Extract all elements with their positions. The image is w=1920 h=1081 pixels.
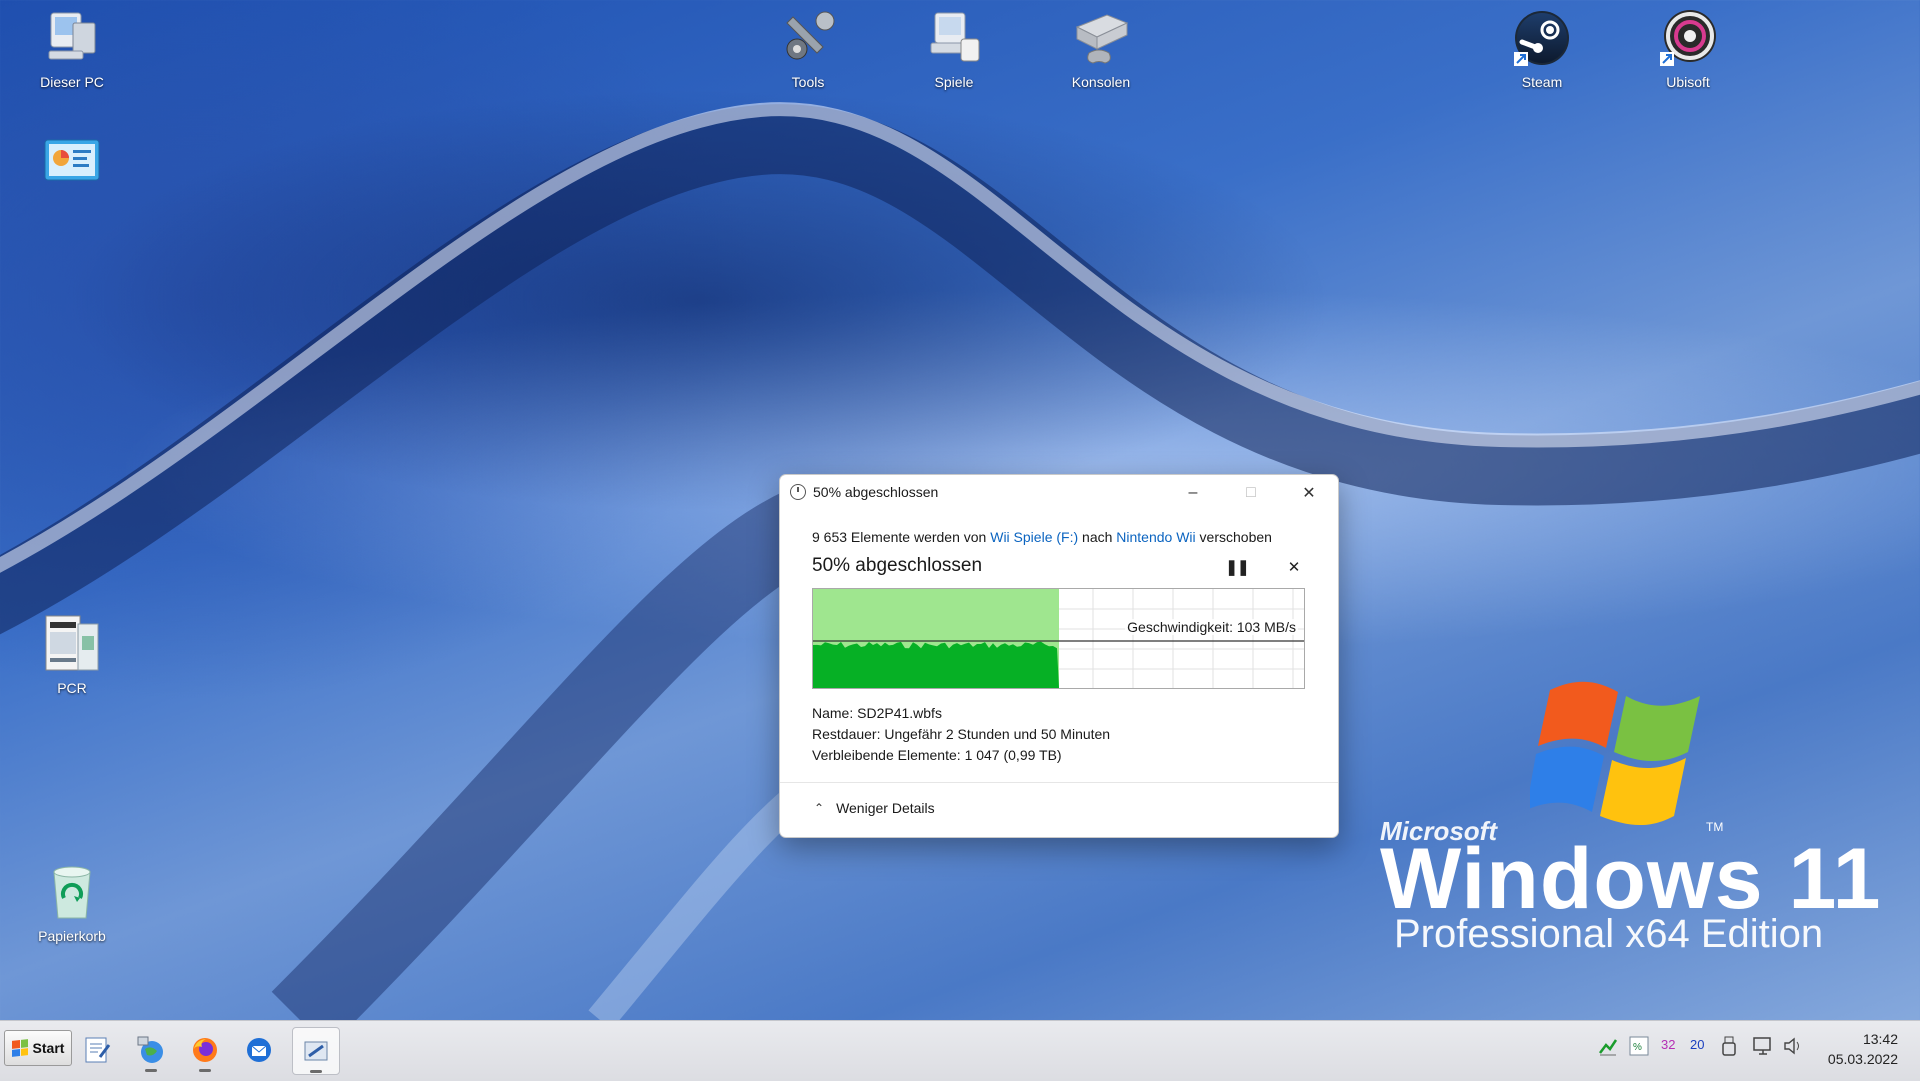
destination-link[interactable]: Nintendo Wii xyxy=(1116,529,1195,545)
games-computer-icon xyxy=(922,6,986,70)
items-value: 1 047 (0,99 TB) xyxy=(964,747,1062,763)
items-label: Verbleibende Elemente: xyxy=(812,747,961,763)
desktop-icon-pcr[interactable]: PCR xyxy=(22,612,122,696)
recycle-bin-icon xyxy=(40,860,104,924)
info-suffix: verschoben xyxy=(1195,529,1272,545)
detail-name: Name: SD2P41.wbfs xyxy=(812,703,1110,724)
network-globe-icon xyxy=(137,1036,163,1063)
speed-label: Geschwindigkeit: 103 MB/s xyxy=(1125,619,1298,635)
desktop-icon-ubisoft[interactable]: Ubisoft xyxy=(1638,6,1738,90)
edition-wordmark: Professional x64 Edition xyxy=(1394,912,1824,956)
dialog-divider xyxy=(780,782,1338,783)
clock-icon xyxy=(790,484,806,500)
console-icon xyxy=(1069,6,1133,70)
dialog-titlebar[interactable]: 50% abgeschlossen – □ ✕ xyxy=(780,475,1338,511)
desktop-icon-dieser-pc[interactable]: Dieser PC xyxy=(22,6,122,90)
ubisoft-icon xyxy=(1656,6,1720,70)
desktop-icon-label: Steam xyxy=(1521,74,1563,90)
running-indicator xyxy=(199,1069,211,1072)
detail-remaining-items: Verbleibende Elemente: 1 047 (0,99 TB) xyxy=(812,745,1110,766)
taskbar-app-file-explorer[interactable] xyxy=(292,1027,340,1075)
transfer-info-line: 9 653 Elemente werden von Wii Spiele (F:… xyxy=(812,529,1272,545)
chevron-up-icon: ⌃ xyxy=(814,801,825,815)
trademark-mark: TM xyxy=(1706,820,1724,834)
desktop-icon-konsolen[interactable]: Konsolen xyxy=(1051,6,1151,90)
desktop-icon-label: Spiele xyxy=(934,74,974,90)
taskbar-app-firefox[interactable] xyxy=(182,1027,228,1073)
desktop-icon-dashboard[interactable] xyxy=(22,128,122,196)
clock-time: 13:42 xyxy=(1862,1031,1898,1047)
desktop-icon-label: Papierkorb xyxy=(38,928,106,944)
start-button[interactable]: Start xyxy=(4,1030,72,1066)
speed-curve xyxy=(813,641,1059,688)
info-mid: nach xyxy=(1078,529,1117,545)
desktop-icon-label: Ubisoft xyxy=(1666,74,1710,90)
desktop-icon-label: PCR xyxy=(57,680,87,696)
desktop-icon-label: Dieser PC xyxy=(40,74,104,90)
taskbar-app-network[interactable] xyxy=(128,1027,174,1073)
close-window-button[interactable]: ✕ xyxy=(1280,475,1338,511)
close-icon: ✕ xyxy=(1287,559,1301,576)
tray-network-activity-icon[interactable] xyxy=(1598,1037,1618,1060)
network-monitor-icon[interactable] xyxy=(1752,1035,1774,1060)
file-move-icon xyxy=(304,1041,328,1061)
firefox-icon xyxy=(193,1038,217,1062)
time-value: Ungefähr 2 Stunden und 50 Minuten xyxy=(884,726,1111,742)
info-prefix: 9 653 Elemente werden von xyxy=(812,529,991,545)
volume-icon[interactable] xyxy=(1782,1035,1804,1060)
pcr-document-icon xyxy=(40,612,104,676)
svg-text:%: % xyxy=(1633,1042,1642,1053)
name-label: Name: xyxy=(812,705,854,721)
clock-date: 05.03.2022 xyxy=(1827,1051,1898,1067)
maximize-button: □ xyxy=(1246,484,1256,501)
time-label: Restdauer: xyxy=(812,726,881,742)
taskbar-app-thunderbird[interactable] xyxy=(236,1027,282,1073)
pause-icon: ❚❚ xyxy=(1225,559,1249,576)
start-label: Start xyxy=(32,1040,65,1056)
speed-graph-canvas xyxy=(813,589,1304,688)
desktop-icon-label: Tools xyxy=(791,74,825,90)
windows-flag-logo xyxy=(1530,681,1700,826)
transfer-speed-graph: Geschwindigkeit: 103 MB/s xyxy=(812,588,1305,689)
running-indicator xyxy=(310,1070,322,1073)
taskbar-clock[interactable]: 13:42 05.03.2022 xyxy=(1828,1029,1898,1069)
minimize-button[interactable]: – xyxy=(1164,475,1222,511)
dialog-title: 50% abgeschlossen xyxy=(813,484,939,500)
dashboard-app-icon xyxy=(40,128,104,192)
steam-icon xyxy=(1510,6,1574,70)
desktop-icon-papierkorb[interactable]: Papierkorb xyxy=(22,860,122,944)
source-link[interactable]: Wii Spiele (F:) xyxy=(990,529,1078,545)
tray-counter-2[interactable]: 20 xyxy=(1690,1037,1704,1052)
tray-counter-1[interactable]: 32 xyxy=(1661,1037,1675,1052)
pause-button[interactable]: ❚❚ xyxy=(1225,555,1249,579)
desktop-icon-tools[interactable]: Tools xyxy=(758,6,858,90)
less-details-label: Weniger Details xyxy=(836,800,935,816)
computer-icon xyxy=(40,6,104,70)
name-value: SD2P41.wbfs xyxy=(857,705,942,721)
desktop-icon-steam[interactable]: Steam xyxy=(1492,6,1592,90)
thunderbird-icon xyxy=(247,1038,271,1062)
taskbar: Start % 32 20 13:42 05.03.2022 xyxy=(0,1020,1920,1081)
desktop-icon-label: Konsolen xyxy=(1071,74,1131,90)
usb-drive-icon[interactable] xyxy=(1720,1035,1738,1060)
taskbar-app-notepad[interactable] xyxy=(74,1027,120,1073)
less-details-button[interactable]: ⌃ Weniger Details xyxy=(814,800,935,816)
detail-remaining-time: Restdauer: Ungefähr 2 Stunden und 50 Min… xyxy=(812,724,1110,745)
tools-icon xyxy=(776,6,840,70)
progress-heading: 50% abgeschlossen xyxy=(812,555,983,576)
transfer-details: Name: SD2P41.wbfs Restdauer: Ungefähr 2 … xyxy=(812,703,1110,766)
file-move-dialog: 50% abgeschlossen – □ ✕ 9 653 Elemente w… xyxy=(779,474,1339,838)
desktop-icon-spiele[interactable]: Spiele xyxy=(904,6,1004,90)
windows-wallpaper-logo: Microsoft Windows 11 TM Professional x64… xyxy=(1380,670,1900,960)
running-indicator xyxy=(145,1069,157,1072)
windows-flag-icon xyxy=(11,1039,28,1057)
cancel-button[interactable]: ✕ xyxy=(1282,555,1306,579)
notepad-icon xyxy=(85,1037,111,1063)
tray-app-icon[interactable]: % xyxy=(1628,1035,1650,1060)
